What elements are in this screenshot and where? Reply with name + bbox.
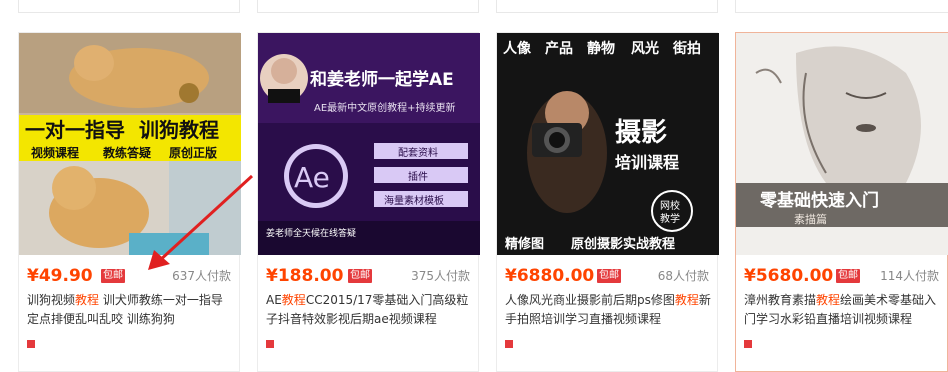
annotation-arrow-icon (148, 174, 254, 270)
image-caption: 产品 (545, 40, 573, 57)
free-shipping-badge: 包邮 (597, 269, 621, 283)
product-title[interactable]: 漳州教育素描教程绘画美术零基础入门学习水彩铅直播培训视频课程 (744, 291, 941, 329)
image-caption: AE最新中文原创教程+持续更新 (314, 101, 456, 114)
image-caption: 精修图 (505, 236, 544, 252)
image-caption: 视频课程 (31, 145, 79, 160)
image-caption: 姜老师全天候在线答疑 (266, 227, 356, 239)
image-caption: 街拍 (672, 40, 701, 57)
product-price: ¥5680.00 (744, 266, 834, 286)
image-caption: 零基础快速入门 (759, 190, 879, 211)
image-caption: 配套资料 (398, 146, 438, 159)
image-caption: 训狗教程 (139, 118, 219, 142)
title-keyword: 教程 (75, 293, 100, 307)
image-caption: 培训课程 (615, 153, 679, 172)
product-title[interactable]: 人像风光商业摄影前后期ps修图教程新手拍照培训学习直播视频课程 (505, 291, 711, 329)
sold-count: 375人付款 (411, 269, 470, 283)
product-price: ¥49.90 (27, 266, 93, 286)
free-shipping-badge: 包邮 (101, 269, 125, 283)
title-text: 漳州教育素描 (744, 293, 817, 307)
product-card[interactable]: 人像 产品 静物 风光 街拍 摄影 培训课程 网校 教学 精修图 原创摄影实战教… (496, 32, 719, 372)
product-image[interactable]: 零基础快速入门 素描篇 (736, 33, 948, 255)
title-keyword: 教程 (674, 293, 699, 307)
title-keyword: 教程 (281, 293, 306, 307)
free-shipping-badge: 包邮 (348, 269, 372, 283)
image-caption: 原创正版 (169, 145, 217, 160)
image-caption: 一对一指导 (25, 118, 125, 142)
product-image[interactable]: 人像 产品 静物 风光 街拍 摄影 培训课程 网校 教学 精修图 原创摄影实战教… (497, 33, 719, 255)
shop-row (744, 337, 939, 353)
sold-count: 114人付款 (880, 269, 939, 283)
image-caption: 教练答疑 (102, 145, 151, 160)
prev-row-card (496, 0, 718, 13)
shop-icon (505, 340, 513, 348)
image-caption: 教学 (660, 212, 680, 225)
prev-row-card (18, 0, 240, 13)
free-shipping-badge: 包邮 (836, 269, 860, 283)
image-caption: 网校 (660, 199, 680, 212)
image-caption: 人像 (503, 40, 532, 57)
image-caption: 摄影 (615, 118, 667, 148)
shop-row (266, 337, 470, 353)
image-caption: 和姜老师一起学AE (310, 69, 454, 90)
shop-row (27, 337, 231, 353)
product-card[interactable]: 零基础快速入门 素描篇 ¥5680.00 包邮 114人付款 漳州教育素描教程绘… (735, 32, 948, 372)
image-caption: 原创摄影实战教程 (571, 236, 675, 252)
shop-icon (744, 340, 752, 348)
prev-row-card (257, 0, 479, 13)
product-card[interactable]: 和姜老师一起学AE AE最新中文原创教程+持续更新 Ae 配套资料 插件 海量素… (257, 32, 480, 372)
image-caption: Ae (294, 161, 330, 194)
title-text: AE (266, 293, 282, 307)
product-price: ¥6880.00 (505, 266, 595, 286)
image-caption: 插件 (408, 170, 428, 183)
image-caption: 海量素材模板 (384, 194, 444, 207)
sold-count: 68人付款 (657, 269, 709, 283)
shop-row (505, 337, 709, 353)
title-text: 训狗视频 (27, 293, 76, 307)
product-title[interactable]: 训狗视频教程 训犬师教练一对一指导定点排便乱叫乱咬 训练狗狗 (27, 291, 233, 329)
image-caption: 素描篇 (794, 212, 827, 226)
shop-icon (27, 340, 35, 348)
image-caption: 静物 (587, 40, 615, 57)
title-text: 人像风光商业摄影前后期ps修图 (505, 293, 675, 307)
product-price: ¥188.00 (266, 266, 344, 286)
prev-row-card (735, 0, 948, 13)
product-title[interactable]: AE教程CC2015/17零基础入门高级粒子抖音特效影视后期ae视频课程 (266, 291, 472, 329)
title-keyword: 教程 (816, 293, 841, 307)
product-image[interactable]: 和姜老师一起学AE AE最新中文原创教程+持续更新 Ae 配套资料 插件 海量素… (258, 33, 480, 255)
shop-icon (266, 340, 274, 348)
image-caption: 风光 (631, 40, 659, 57)
